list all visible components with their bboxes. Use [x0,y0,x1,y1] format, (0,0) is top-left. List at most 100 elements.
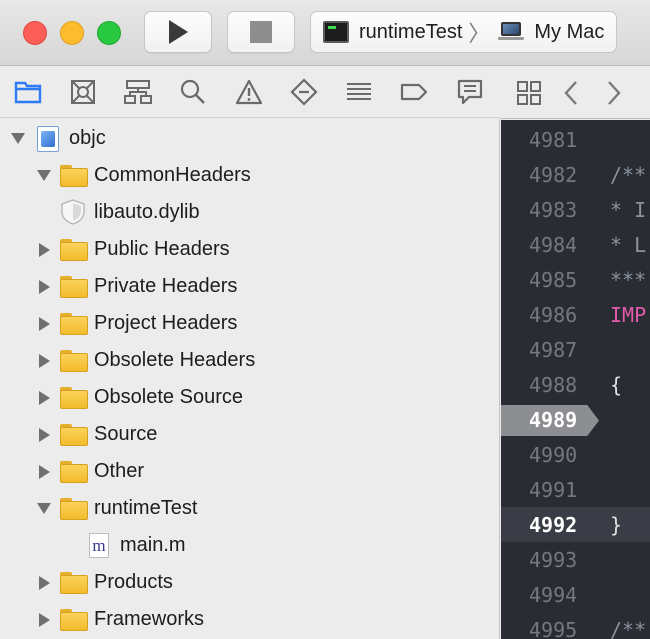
terminal-app-icon [323,21,349,43]
code-text: * I [610,198,647,222]
tree-item-commonheaders[interactable]: CommonHeaders [0,157,500,194]
code-text: { [610,373,623,397]
report-navigator-tab[interactable] [456,79,484,105]
breakpoint-navigator-tab[interactable] [400,79,428,105]
folder-icon [60,572,88,594]
tree-item-label: Source [94,423,158,445]
line-number: 4986 [529,303,578,327]
code-line: 4995 /** [501,612,650,639]
stop-icon [250,21,272,43]
disclosure-collapsed-icon[interactable] [36,464,52,480]
library-shield-icon [61,199,85,225]
tree-item-objc[interactable]: objc [0,120,500,157]
code-text: IMP [610,303,647,327]
disclosure-collapsed-icon[interactable] [36,242,52,258]
related-items-button[interactable] [516,80,542,111]
code-line: 4989 [501,402,650,437]
tree-item-label: Obsolete Headers [94,349,256,371]
disclosure-collapsed-icon[interactable] [36,279,52,295]
run-destination[interactable]: My Mac [534,21,604,44]
disclosure-collapsed-icon[interactable] [36,316,52,332]
disclosure-expanded-icon[interactable] [10,131,26,147]
line-number: 4987 [529,338,578,362]
tree-item-label: Public Headers [94,238,230,260]
issue-navigator-tab[interactable] [235,79,263,105]
folder-icon [60,498,88,520]
line-number: 4995 [529,618,578,639]
source-editor[interactable]: 4981 4982 /** 4983 * I 4984 * L 4985 ***… [501,120,650,639]
chevron-right-icon [608,81,621,105]
tree-item-label: Other [94,460,145,482]
tree-item-libauto[interactable]: libauto.dylib [0,194,500,231]
tree-item-runtimetest[interactable]: runtimeTest [0,490,500,527]
tree-item-main-m[interactable]: m main.m [0,527,500,564]
line-number: 4983 [529,198,578,222]
tree-item-private-headers[interactable]: Private Headers [0,268,500,305]
disclosure-collapsed-icon[interactable] [36,427,52,443]
scheme-selector[interactable]: runtimeTest 〉 My Mac [310,11,617,53]
code-line: 4981 [501,122,650,157]
tree-item-frameworks[interactable]: Frameworks [0,601,500,638]
disclosure-expanded-icon[interactable] [36,168,52,184]
code-line: 4982 /** [501,157,650,192]
folder-icon [60,350,88,372]
tree-item-obsolete-source[interactable]: Obsolete Source [0,379,500,416]
navigator-tab-bar [0,66,500,118]
disclosure-collapsed-icon[interactable] [36,353,52,369]
disclosure-collapsed-icon[interactable] [36,612,52,628]
back-button[interactable] [563,80,579,111]
play-icon [169,20,188,44]
tree-item-products[interactable]: Products [0,564,500,601]
tree-item-label: Project Headers [94,312,238,334]
code-text: * L [610,233,647,257]
tree-item-label: objc [69,127,106,149]
tree-item-label: CommonHeaders [94,164,251,186]
tree-item-public-headers[interactable]: Public Headers [0,231,500,268]
tree-item-label: runtimeTest [94,497,198,519]
tree-item-project-headers[interactable]: Project Headers [0,305,500,342]
disclosure-collapsed-icon[interactable] [36,390,52,406]
tree-item-source[interactable]: Source [0,416,500,453]
scheme-name[interactable]: runtimeTest [359,21,462,44]
code-text: /** [610,618,647,639]
forward-button[interactable] [606,80,622,111]
test-navigator-tab[interactable] [290,78,318,106]
debug-navigator-tab[interactable] [345,79,373,105]
code-line: 4985 *** [501,262,650,297]
xcode-project-icon [37,125,59,152]
run-button[interactable] [144,11,212,53]
code-line: 4988 { [501,367,650,402]
folder-icon [60,424,88,446]
zoom-window-button[interactable] [97,21,121,45]
tree-item-label: libauto.dylib [94,201,200,223]
symbol-hierarchy-icon [124,80,152,104]
source-control-navigator-tab[interactable] [69,79,97,105]
code-line: 4993 [501,542,650,577]
debug-list-icon [347,83,371,100]
folder-icon [60,313,88,335]
related-items-grid-icon [517,81,541,105]
code-line: 4984 * L [501,227,650,262]
project-navigator-tab[interactable] [14,79,42,105]
line-number: 4982 [529,163,578,187]
tree-item-obsolete-headers[interactable]: Obsolete Headers [0,342,500,379]
code-line: 4986 IMP [501,297,650,332]
line-number: 4992 [529,513,578,537]
folder-icon [60,609,88,631]
folder-icon [60,276,88,298]
disclosure-expanded-icon[interactable] [36,501,52,517]
disclosure-collapsed-icon[interactable] [36,575,52,591]
line-number: 4993 [529,548,578,572]
test-diamond-icon [290,78,318,106]
line-number: 4988 [529,373,578,397]
close-window-button[interactable] [23,21,47,45]
find-navigator-tab[interactable] [179,79,207,105]
line-number: 4981 [529,128,578,152]
minimize-window-button[interactable] [60,21,84,45]
chevron-left-icon [564,81,577,105]
symbol-navigator-tab[interactable] [124,79,152,105]
source-control-icon [71,80,95,104]
line-number: 4990 [529,443,578,467]
stop-button[interactable] [227,11,295,53]
tree-item-other[interactable]: Other [0,453,500,490]
